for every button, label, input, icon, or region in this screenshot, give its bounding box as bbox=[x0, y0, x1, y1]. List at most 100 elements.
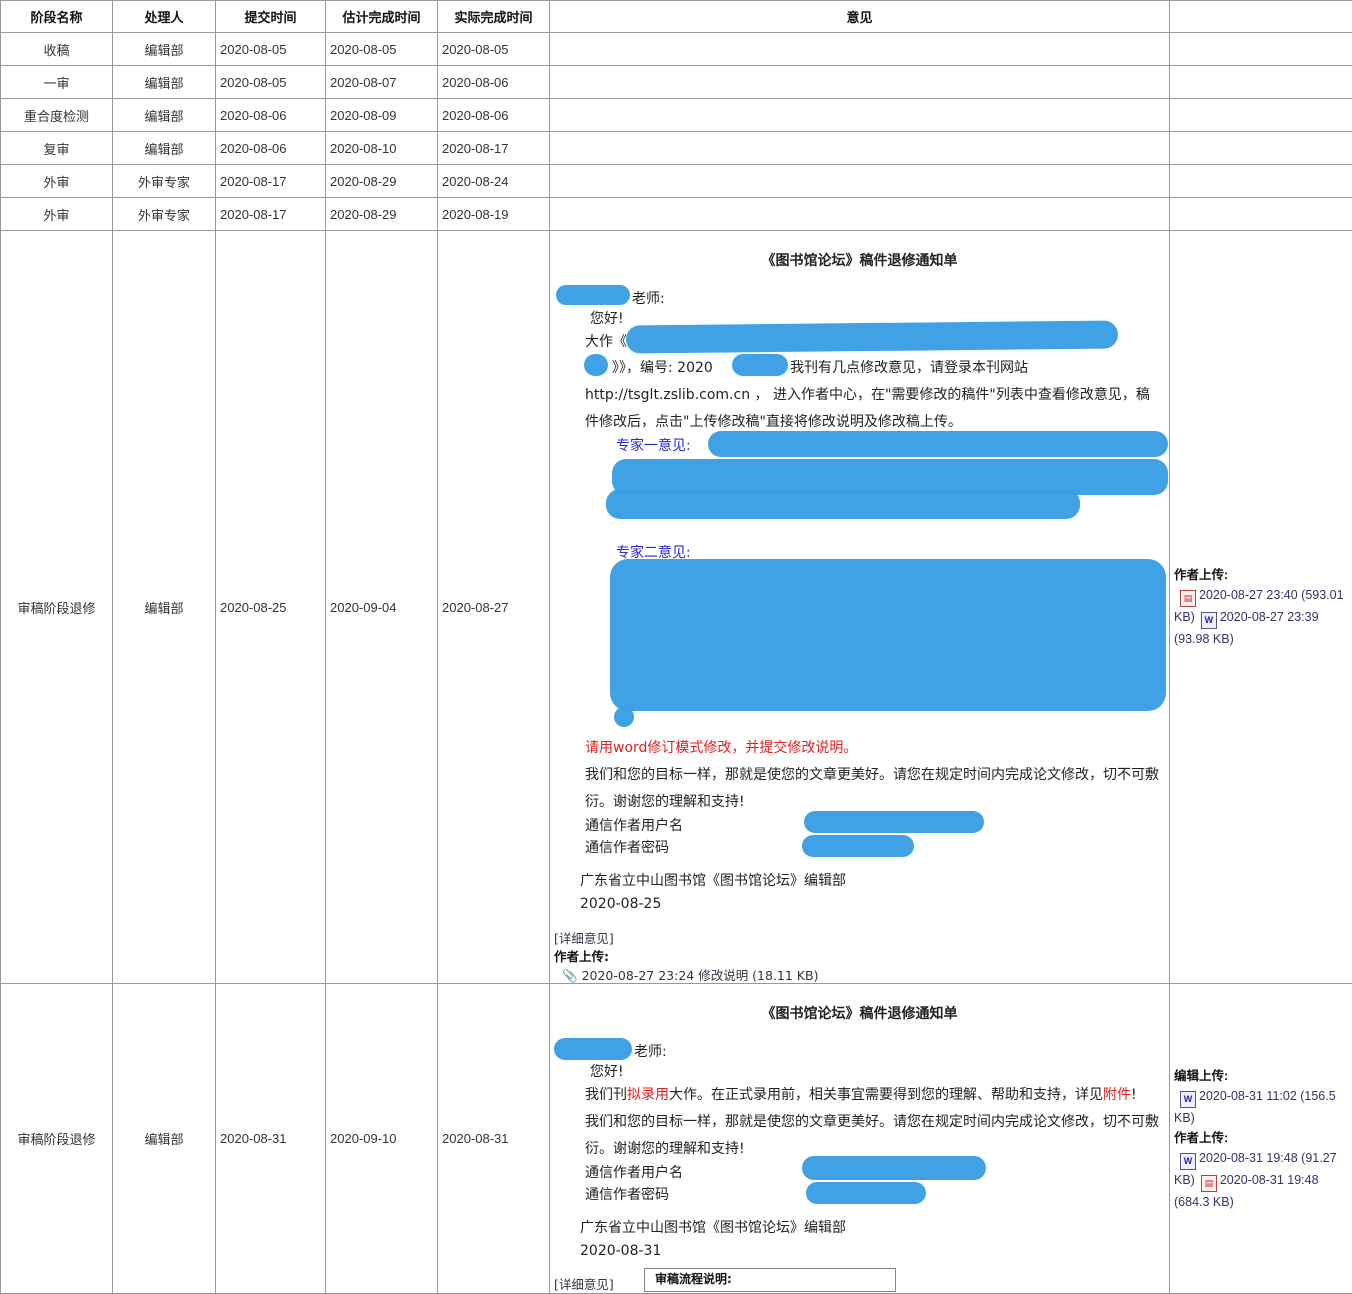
notice-date: 2020-08-25 bbox=[580, 896, 661, 912]
handler-cell: 编辑部 bbox=[113, 231, 216, 984]
attachment-link[interactable]: 📎2020-08-27 23:24 修改说明 (18.11 KB) bbox=[554, 965, 818, 984]
handler-cell: 编辑部 bbox=[113, 984, 216, 1294]
review-flow-tooltip: 审稿流程说明: bbox=[644, 1268, 896, 1292]
password-label: 通信作者密码 bbox=[585, 1184, 669, 1204]
attachment-link[interactable]: 附件 bbox=[1103, 1087, 1131, 1103]
table-row-revision-1: 审稿阶段退修 编辑部 2020-08-25 2020-09-04 2020-08… bbox=[1, 231, 1352, 984]
opinion-cell bbox=[550, 198, 1170, 231]
pdf-file-icon: ▤ bbox=[1201, 1175, 1217, 1192]
actual-cell: 2020-08-06 bbox=[438, 66, 550, 99]
notice-date: 2020-08-31 bbox=[580, 1243, 661, 1259]
table-row-revision-2: 审稿阶段退修 编辑部 2020-08-31 2020-09-10 2020-08… bbox=[1, 984, 1352, 1294]
word-file-icon: W bbox=[1201, 612, 1217, 629]
attachment-cell bbox=[1170, 33, 1352, 66]
word-file-icon: W bbox=[1180, 1091, 1196, 1108]
table-row: 重合度检测 编辑部 2020-08-06 2020-08-09 2020-08-… bbox=[1, 99, 1352, 132]
stage-cell: 收稿 bbox=[1, 33, 113, 66]
revision-notice: 《图书馆论坛》稿件退修通知单 老师: 您好! 大作《 》》，编号: 2020 我… bbox=[554, 231, 1165, 983]
revision-notice-cell: 《图书馆论坛》稿件退修通知单 老师: 您好! 大作《 》》，编号: 2020 我… bbox=[550, 231, 1170, 984]
col-opinion: 意见 bbox=[550, 1, 1170, 33]
actual-cell: 2020-08-05 bbox=[438, 33, 550, 66]
greeting: 您好! bbox=[590, 308, 624, 328]
actual-cell: 2020-08-17 bbox=[438, 132, 550, 165]
opinion-cell bbox=[550, 99, 1170, 132]
greeting: 您好! bbox=[590, 1061, 624, 1081]
salutation: 老师: bbox=[632, 288, 665, 308]
detail-link[interactable]: [详细意见] bbox=[554, 928, 614, 947]
author-upload-label: 作者上传: bbox=[1174, 1128, 1348, 1148]
table-header-row: 阶段名称 处理人 提交时间 估计完成时间 实际完成时间 意见 bbox=[1, 1, 1352, 33]
col-attachments bbox=[1170, 1, 1352, 33]
author-upload-label: 作者上传: bbox=[554, 946, 609, 965]
col-estimated-time: 估计完成时间 bbox=[326, 1, 438, 33]
salutation: 老师: bbox=[634, 1041, 667, 1061]
redaction-mark bbox=[554, 1038, 632, 1060]
pdf-file-icon: ▤ bbox=[1180, 590, 1196, 607]
handler-cell: 外审专家 bbox=[113, 198, 216, 231]
signature: 广东省立中山图书馆《图书馆论坛》编辑部 bbox=[580, 1217, 846, 1237]
submit-cell: 2020-08-05 bbox=[216, 66, 326, 99]
stage-cell: 一审 bbox=[1, 66, 113, 99]
stage-cell: 复审 bbox=[1, 132, 113, 165]
expert-1-label: 专家一意见: bbox=[616, 435, 691, 455]
actual-cell: 2020-08-06 bbox=[438, 99, 550, 132]
stage-cell: 外审 bbox=[1, 165, 113, 198]
opinion-cell bbox=[550, 165, 1170, 198]
stage-cell: 重合度检测 bbox=[1, 99, 113, 132]
attachment-link[interactable]: W2020-08-31 11:02 (156.5 bbox=[1174, 1086, 1348, 1108]
attachment-link[interactable]: KB)▤2020-08-31 19:48 bbox=[1174, 1170, 1348, 1192]
est-cell: 2020-09-04 bbox=[326, 231, 438, 984]
stage-cell: 审稿阶段退修 bbox=[1, 231, 113, 984]
table-row: 一审 编辑部 2020-08-05 2020-08-07 2020-08-06 bbox=[1, 66, 1352, 99]
col-actual-time: 实际完成时间 bbox=[438, 1, 550, 33]
stage-cell: 审稿阶段退修 bbox=[1, 984, 113, 1294]
upload-cell: 作者上传: ▤2020-08-27 23:40 (593.01 KB)W2020… bbox=[1170, 231, 1352, 984]
attachment-cell bbox=[1170, 132, 1352, 165]
signature: 广东省立中山图书馆《图书馆论坛》编辑部 bbox=[580, 870, 846, 890]
est-cell: 2020-09-10 bbox=[326, 984, 438, 1294]
col-handler: 处理人 bbox=[113, 1, 216, 33]
attachment-size: (93.98 KB) bbox=[1174, 629, 1348, 649]
actual-cell: 2020-08-27 bbox=[438, 231, 550, 984]
attachment-link[interactable]: W2020-08-31 19:48 (91.27 bbox=[1174, 1148, 1348, 1170]
submit-cell: 2020-08-25 bbox=[216, 231, 326, 984]
author-upload-label: 作者上传: bbox=[1174, 565, 1348, 585]
notice-line: 衍。谢谢您的理解和支持! bbox=[585, 1138, 745, 1158]
attachment-cell bbox=[1170, 165, 1352, 198]
redaction-mark bbox=[626, 320, 1118, 353]
est-cell: 2020-08-07 bbox=[326, 66, 438, 99]
notice-line: 我们和您的目标一样，那就是使您的文章更美好。请您在规定时间内完成论文修改，切不可… bbox=[585, 764, 1159, 784]
notice-title: 《图书馆论坛》稿件退修通知单 bbox=[554, 1003, 1165, 1023]
editor-upload-label: 编辑上传: bbox=[1174, 1066, 1348, 1086]
attachment-cell bbox=[1170, 66, 1352, 99]
attachment-link[interactable]: KB)W2020-08-27 23:39 bbox=[1174, 607, 1348, 629]
notice-line: 》》，编号: 2020 bbox=[612, 357, 713, 377]
handler-cell: 编辑部 bbox=[113, 66, 216, 99]
est-cell: 2020-08-10 bbox=[326, 132, 438, 165]
table-row: 外审 外审专家 2020-08-17 2020-08-29 2020-08-19 bbox=[1, 198, 1352, 231]
handler-cell: 外审专家 bbox=[113, 165, 216, 198]
attachment-cell bbox=[1170, 198, 1352, 231]
word-revision-note: 请用word修订模式修改，并提交修改说明。 bbox=[585, 737, 857, 757]
redaction-mark bbox=[708, 431, 1168, 457]
attachment-size: KB) bbox=[1174, 1108, 1348, 1128]
col-stage-name: 阶段名称 bbox=[1, 1, 113, 33]
submit-cell: 2020-08-05 bbox=[216, 33, 326, 66]
notice-title: 《图书馆论坛》稿件退修通知单 bbox=[554, 250, 1165, 270]
notice-line: 衍。谢谢您的理解和支持! bbox=[585, 791, 745, 811]
submit-cell: 2020-08-17 bbox=[216, 165, 326, 198]
attachment-cell bbox=[1170, 99, 1352, 132]
attachment-link[interactable]: ▤2020-08-27 23:40 (593.01 bbox=[1174, 585, 1348, 607]
redaction-mark bbox=[556, 285, 630, 305]
table-row: 外审 外审专家 2020-08-17 2020-08-29 2020-08-24 bbox=[1, 165, 1352, 198]
submit-cell: 2020-08-06 bbox=[216, 132, 326, 165]
username-label: 通信作者用户名 bbox=[585, 1162, 683, 1182]
est-cell: 2020-08-29 bbox=[326, 198, 438, 231]
handler-cell: 编辑部 bbox=[113, 99, 216, 132]
redaction-mark bbox=[606, 489, 1080, 519]
word-file-icon: W bbox=[1180, 1153, 1196, 1170]
stage-cell: 外审 bbox=[1, 198, 113, 231]
review-history-table: 阶段名称 处理人 提交时间 估计完成时间 实际完成时间 意见 收稿 编辑部 20… bbox=[0, 0, 1352, 1294]
attachment-label: 2020-08-27 23:24 修改说明 (18.11 KB) bbox=[582, 968, 819, 983]
upload-cell: 编辑上传: W2020-08-31 11:02 (156.5 KB) 作者上传:… bbox=[1170, 984, 1352, 1294]
